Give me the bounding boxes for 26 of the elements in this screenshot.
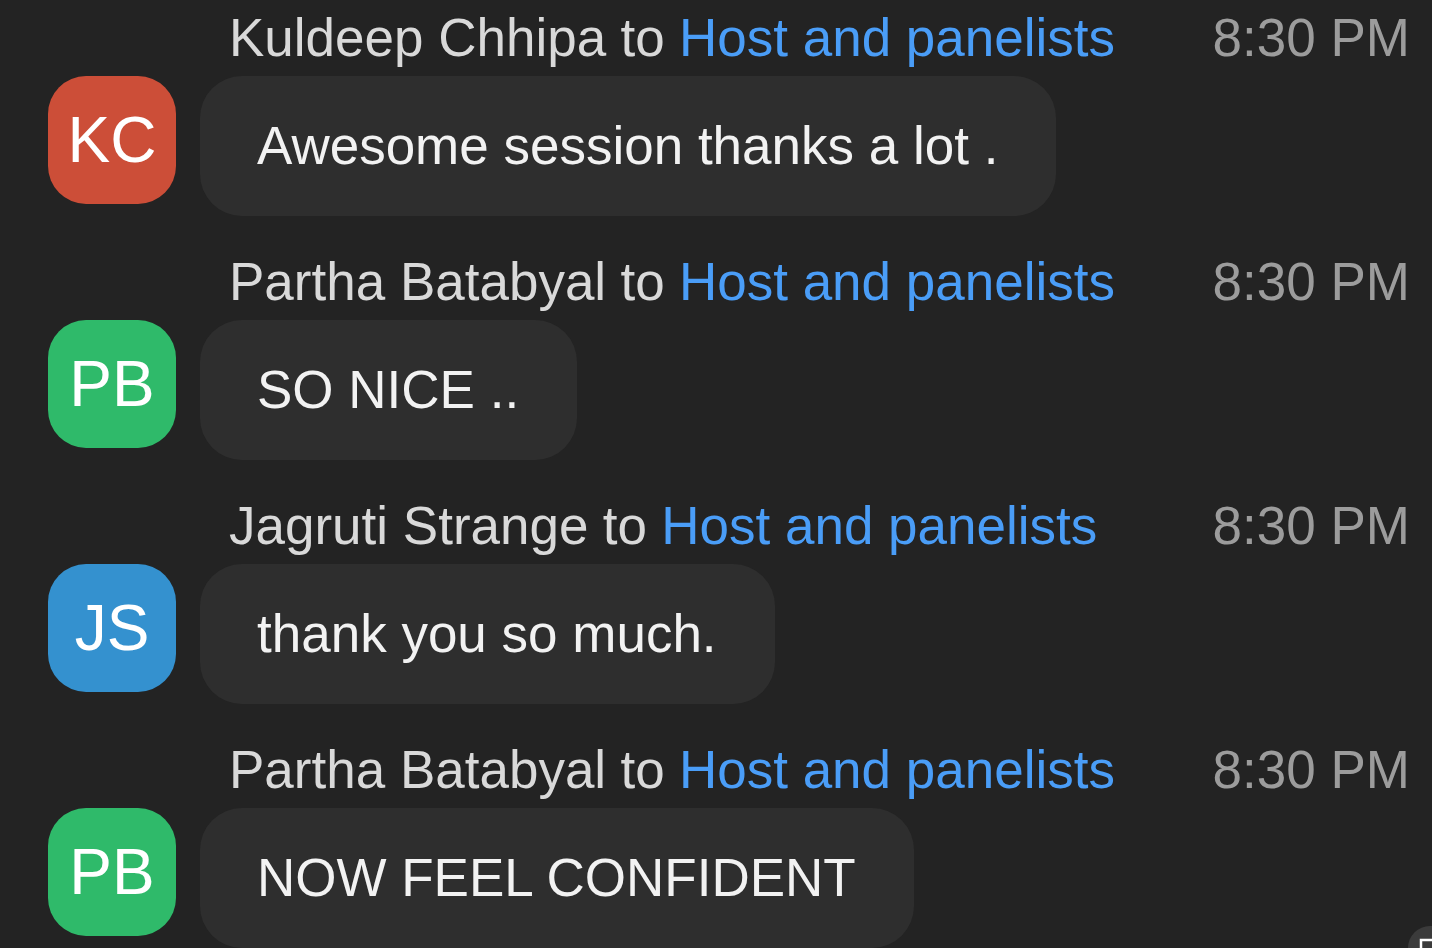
floating-button[interactable] <box>1408 926 1432 948</box>
message-time: 8:30 PM <box>1212 495 1410 557</box>
message-time: 8:30 PM <box>1212 251 1410 313</box>
message-time: 8:30 PM <box>1212 7 1410 69</box>
avatar: KC <box>48 76 176 204</box>
avatar: PB <box>48 808 176 936</box>
recipient-link[interactable]: Host and panelists <box>679 0 1116 76</box>
recipient-prefix: to <box>620 739 665 801</box>
recipient-prefix: to <box>620 7 665 69</box>
message-time: 8:30 PM <box>1212 739 1410 801</box>
message-bubble: Awesome session thanks a lot . <box>200 76 1057 216</box>
message-bubble: thank you so much. <box>200 564 775 704</box>
message-bubble: SO NICE .. <box>200 320 578 460</box>
recipient-prefix: to <box>620 251 665 313</box>
sender-name: Jagruti Strange <box>229 495 589 557</box>
recipient-prefix: to <box>602 495 647 557</box>
recipient-link[interactable]: Host and panelists <box>661 488 1098 564</box>
message-bubble: NOW FEEL CONFIDENT <box>200 808 914 948</box>
avatar: PB <box>48 320 176 448</box>
corner-bracket-icon <box>1419 938 1432 948</box>
sender-name: Partha Batabyal <box>229 251 607 313</box>
avatar: JS <box>48 564 176 692</box>
recipient-link[interactable]: Host and panelists <box>678 732 1115 808</box>
recipient-link[interactable]: Host and panelists <box>678 244 1115 320</box>
sender-name: Kuldeep Chhipa <box>229 7 607 69</box>
sender-name: Partha Batabyal <box>229 739 607 801</box>
